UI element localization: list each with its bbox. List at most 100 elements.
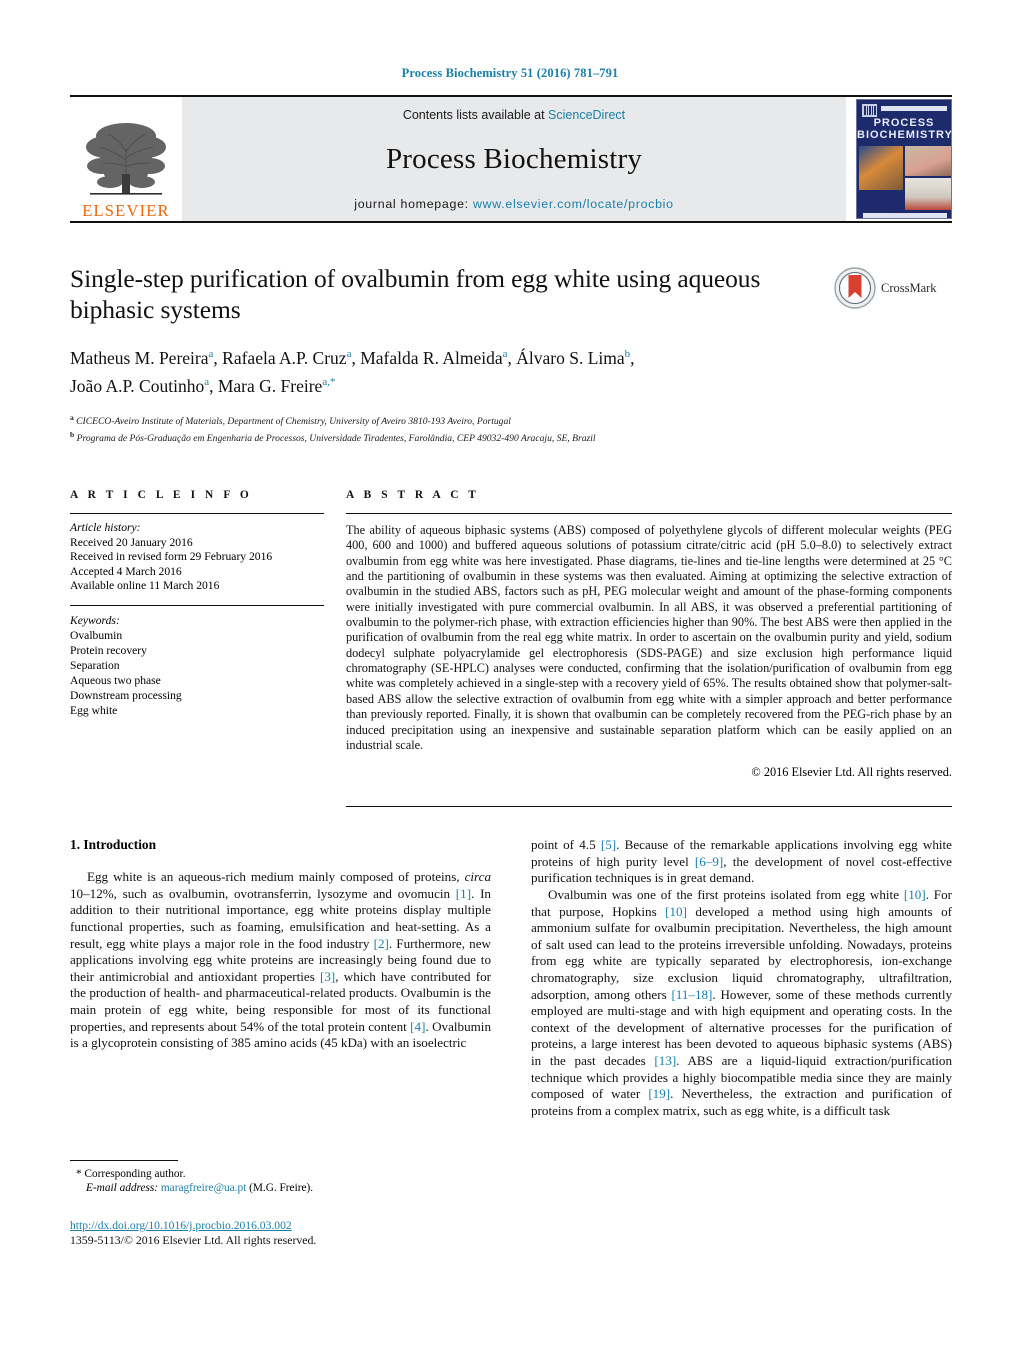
affiliation-text: CICECO-Aveiro Institute of Materials, De… <box>76 415 511 427</box>
email-owner: (M.G. Freire). <box>249 1182 314 1195</box>
article-history-group: Article history: Received 20 January 201… <box>70 514 324 594</box>
citation-link[interactable]: [6–9] <box>695 854 723 869</box>
keyword-item: Protein recovery <box>70 644 147 657</box>
affiliation-marker: a <box>70 412 74 422</box>
text-run: 10–12%, such as ovalbumin, ovotransferri… <box>70 885 456 901</box>
cover-journal-title: PROCESS BIOCHEMISTRY <box>857 117 951 141</box>
contents-prefix: Contents lists available at <box>402 108 549 122</box>
citation-link[interactable]: [1] <box>456 886 471 901</box>
sciencedirect-link[interactable]: ScienceDirect <box>548 108 625 122</box>
text-run: point of 4.5 <box>531 837 601 853</box>
doi-link[interactable]: http://dx.doi.org/10.1016/j.procbio.2016… <box>70 1218 570 1233</box>
text-run: Egg white is an aqueous-rich medium main… <box>87 869 465 885</box>
issn-copyright-line: 1359-5113/© 2016 Elsevier Ltd. All right… <box>70 1233 317 1247</box>
article-history-label: Article history: <box>70 521 141 535</box>
author-name: João A.P. Coutinho <box>70 375 205 396</box>
citation-link[interactable]: [19] <box>648 1086 670 1101</box>
author-name: Matheus M. Pereira <box>70 347 209 368</box>
cover-title-line-1: PROCESS <box>873 117 935 129</box>
journal-masthead: ELSEVIER Contents lists available at Sci… <box>70 95 952 223</box>
footnote-rule <box>70 1160 178 1161</box>
citation-link[interactable]: [13] <box>654 1053 676 1068</box>
intro-paragraph-2: Ovalbumin was one of the first proteins … <box>531 887 952 1119</box>
intro-paragraph-1-continued: point of 4.5 [5]. Because of the remarka… <box>531 837 952 887</box>
citation-link[interactable]: [4] <box>410 1019 425 1034</box>
homepage-prefix: journal homepage: <box>354 197 473 211</box>
elsevier-tree-icon <box>86 122 166 195</box>
running-head: Process Biochemistry 51 (2016) 781–791 <box>401 66 619 80</box>
elsevier-logo: ELSEVIER <box>70 97 182 221</box>
footnote-block: * Corresponding author. E-mail address: … <box>70 1160 502 1196</box>
body-column-right: point of 4.5 [5]. Because of the remarka… <box>531 837 952 1119</box>
history-item: Accepted 4 March 2016 <box>70 564 182 578</box>
footnote-marker: * <box>76 1168 82 1180</box>
affiliation-a: a CICECO-Aveiro Institute of Materials, … <box>70 411 952 428</box>
keyword-item: Ovalbumin <box>70 629 123 642</box>
body-column-left: 1. Introduction Egg white is an aqueous-… <box>70 837 491 1119</box>
author-line-1: Matheus M. Pereiraa, Rafaela A.P. Cruza,… <box>70 348 635 368</box>
cover-title-line-2: BIOCHEMISTRY <box>857 129 952 141</box>
citation-link[interactable]: [3] <box>320 969 335 984</box>
keywords-label: Keywords: <box>70 614 120 627</box>
cover-bar-top <box>881 106 947 111</box>
text-run-italic: circa <box>464 869 491 885</box>
elsevier-wordmark: ELSEVIER <box>82 200 170 220</box>
paper-page: Process Biochemistry 51 (2016) 781–791 E… <box>0 0 1020 1351</box>
keyword-item: Separation <box>70 659 120 672</box>
email-link[interactable]: maragfreire@ua.pt <box>161 1182 246 1194</box>
author-separator: , <box>630 347 635 368</box>
keywords-group: Keywords: Ovalbumin Protein recovery Sep… <box>70 606 324 718</box>
crossmark-badge[interactable]: CrossMark <box>834 265 952 311</box>
keyword-item: Egg white <box>70 704 118 717</box>
cover-footer-text: ························· <box>889 212 919 216</box>
history-item: Received in revised form 29 February 201… <box>70 550 273 564</box>
text-run: Ovalbumin was one of the first proteins … <box>548 886 904 902</box>
article-info-column: A R T I C L E I N F O Article history: R… <box>70 489 324 807</box>
contents-available-line: Contents lists available at ScienceDirec… <box>403 108 625 122</box>
journal-cover-thumbnail: PROCESS BIOCHEMISTRY ···················… <box>856 99 952 219</box>
abstract-column: A B S T R A C T The ability of aqueous b… <box>346 489 952 808</box>
citation-link[interactable]: [10] <box>904 887 926 902</box>
citation-link[interactable]: [11–18] <box>671 987 712 1002</box>
footnote-text: Corresponding author. <box>84 1168 186 1180</box>
cover-photo-hands <box>905 146 951 176</box>
keyword-item: Aqueous two phase <box>70 674 161 687</box>
masthead-center: Contents lists available at ScienceDirec… <box>182 97 846 221</box>
crossmark-icon <box>834 267 876 309</box>
article-info-heading: A R T I C L E I N F O <box>70 489 253 502</box>
affiliation-marker: b <box>70 429 75 439</box>
keyword-item: Downstream processing <box>70 689 182 702</box>
homepage-url-link[interactable]: www.elsevier.com/locate/procbio <box>473 197 674 211</box>
citation-link[interactable]: [2] <box>374 936 389 951</box>
author-separator: , <box>507 347 517 368</box>
affiliations: a CICECO-Aveiro Institute of Materials, … <box>70 411 952 445</box>
info-abstract-row: A R T I C L E I N F O Article history: R… <box>70 489 952 808</box>
title-block: Single-step purification of ovalbumin fr… <box>70 263 952 445</box>
citation-link[interactable]: [5] <box>601 837 616 852</box>
abstract-text: The ability of aqueous biphasic systems … <box>346 523 952 752</box>
corresponding-author-note: * Corresponding author. <box>70 1167 502 1181</box>
abstract-heading: A B S T R A C T <box>346 489 480 502</box>
citation-link[interactable]: [10] <box>665 904 687 919</box>
author-separator: , <box>213 347 223 368</box>
affiliation-text: Programa de Pós-Graduação em Engenharia … <box>76 433 596 445</box>
journal-homepage-line: journal homepage: www.elsevier.com/locat… <box>354 197 673 211</box>
author-name: Rafaela A.P. Cruz <box>222 347 347 368</box>
author-separator: , <box>351 347 361 368</box>
author-separator: , <box>209 375 218 396</box>
cover-emblem-icon <box>862 104 877 117</box>
history-item: Available online 11 March 2016 <box>70 579 220 593</box>
email-label: E-mail address: <box>86 1182 159 1195</box>
author-list: Matheus M. Pereiraa, Rafaela A.P. Cruza,… <box>70 342 860 398</box>
body-columns: 1. Introduction Egg white is an aqueous-… <box>70 837 952 1119</box>
history-item: Received 20 January 2016 <box>70 535 193 549</box>
author-name: Mafalda R. Almeida <box>360 347 503 368</box>
intro-paragraph-1: Egg white is an aqueous-rich medium main… <box>70 869 491 1052</box>
author-name: Mara G. Freire <box>217 375 323 396</box>
author-line-2: João A.P. Coutinhoa, Mara G. Freirea,* <box>70 376 335 396</box>
abstract-bottom-rule <box>346 806 952 808</box>
cover-photo-plate <box>905 178 951 210</box>
section-heading-introduction: 1. Introduction <box>70 837 157 853</box>
affiliation-b: b Programa de Pós-Graduação em Engenhari… <box>70 428 952 445</box>
email-note: E-mail address: maragfreire@ua.pt (M.G. … <box>70 1181 502 1195</box>
